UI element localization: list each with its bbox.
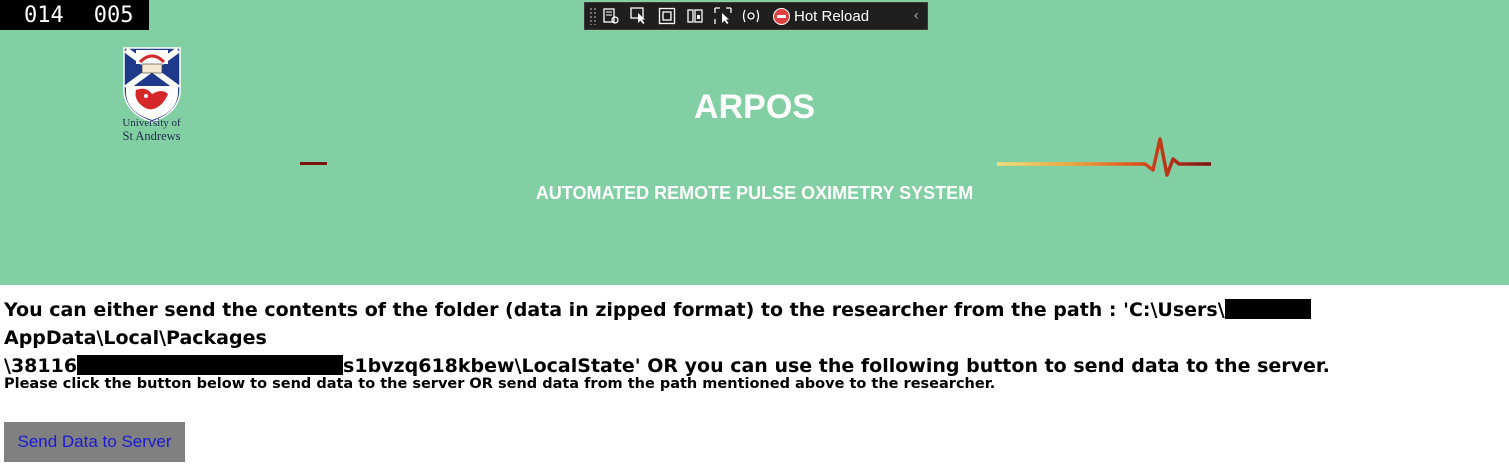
track-focus-icon[interactable] <box>681 4 709 28</box>
select-element-icon[interactable] <box>625 4 653 28</box>
decorative-line <box>300 162 327 165</box>
frame-counter: 014 005 <box>0 0 149 30</box>
app-subtitle: AUTOMATED REMOTE PULSE OXIMETRY SYSTEM <box>535 183 974 203</box>
app-title: ARPOS <box>694 88 815 126</box>
xaml-debug-toolbar: Hot Reload ‹ <box>584 2 928 30</box>
counter-left: 014 <box>24 2 64 28</box>
message-part-2: AppData\Local\Packages <box>4 327 267 349</box>
hot-reload-button[interactable]: Hot Reload <box>773 7 870 25</box>
chevron-left-icon[interactable]: ‹ <box>913 8 919 24</box>
stop-circle-icon <box>773 7 790 25</box>
toolbar-grip-icon[interactable] <box>589 7 597 25</box>
redacted-package-id <box>77 355 344 375</box>
binding-failures-icon[interactable] <box>737 4 765 28</box>
live-visual-tree-icon[interactable] <box>597 4 625 28</box>
send-data-button[interactable]: Send Data to Server <box>4 422 185 462</box>
message-part-3: \38116 <box>4 355 78 377</box>
message-part-1: You can either send the contents of the … <box>4 299 1225 321</box>
heartbeat-pulse-icon <box>997 137 1211 177</box>
instruction-text: Please click the button below to send da… <box>4 376 996 392</box>
app-header: 014 005 Hot Reload ‹ University of St An… <box>0 0 1509 285</box>
data-path-message: You can either send the contents of the … <box>4 296 1494 380</box>
display-layout-adorners-icon[interactable] <box>653 4 681 28</box>
hot-reload-label: Hot Reload <box>794 7 870 25</box>
preview-selection-icon[interactable] <box>709 4 737 28</box>
message-part-4: s1bvzq618kbew\LocalState' OR you can use… <box>343 355 1330 377</box>
counter-right: 005 <box>93 2 134 28</box>
logo-line-2: St Andrews <box>122 129 181 143</box>
redacted-username <box>1224 299 1311 319</box>
